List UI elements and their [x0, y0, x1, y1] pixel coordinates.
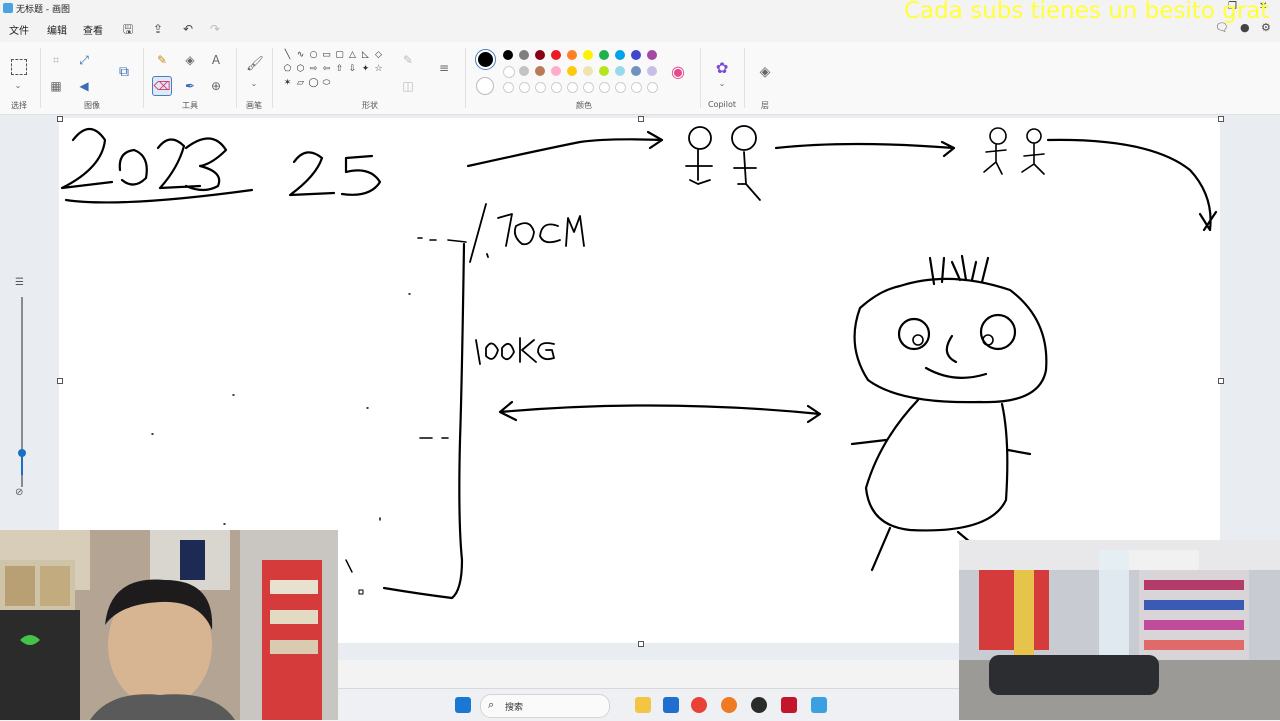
app-icon[interactable] — [781, 697, 797, 713]
paint-taskbar-icon[interactable] — [811, 697, 827, 713]
webcam-scene-right — [959, 540, 1280, 720]
zoom-thumb[interactable] — [18, 449, 26, 457]
zoom-fill — [21, 455, 23, 475]
zoom-slider[interactable]: ☰ ⊘ — [12, 275, 32, 505]
webcam-scene-left — [0, 530, 338, 720]
handwriting-170cm — [469, 203, 585, 263]
zoom-fit-icon[interactable]: ☰ — [15, 277, 24, 288]
obs-icon[interactable] — [751, 697, 767, 713]
outlook-icon[interactable] — [663, 697, 679, 713]
webcam-overlay-left — [0, 530, 338, 720]
curve-stroke — [1046, 138, 1218, 232]
taskbar: ⌕ 搜索 — [338, 688, 959, 721]
handwriting-25 — [288, 151, 382, 197]
double-arrow-stroke — [498, 400, 822, 424]
chrome-icon[interactable] — [691, 697, 707, 713]
handwriting-2023 — [60, 127, 228, 192]
zoom-reset-icon[interactable]: ⊘ — [15, 487, 23, 498]
windows-start-icon[interactable] — [455, 697, 471, 713]
bracket-stroke — [345, 559, 353, 573]
search-placeholder: 搜索 — [505, 703, 524, 713]
handwriting-100kg — [475, 337, 555, 365]
arrow-stroke — [466, 130, 664, 168]
firefox-icon[interactable] — [721, 697, 737, 713]
webcam-overlay-right — [959, 540, 1280, 720]
stick-figures-pair-small — [983, 127, 1045, 175]
taskbar-search[interactable]: ⌕ 搜索 — [480, 694, 610, 718]
arrow-stroke — [774, 140, 956, 158]
search-icon: ⌕ — [488, 698, 495, 711]
stick-figures-pair — [685, 125, 761, 201]
file-explorer-icon[interactable] — [635, 697, 651, 713]
bracket-stroke — [382, 242, 466, 600]
dash-stroke — [417, 237, 467, 243]
underline-stroke — [64, 188, 254, 204]
big-stick-figure — [850, 254, 1048, 572]
